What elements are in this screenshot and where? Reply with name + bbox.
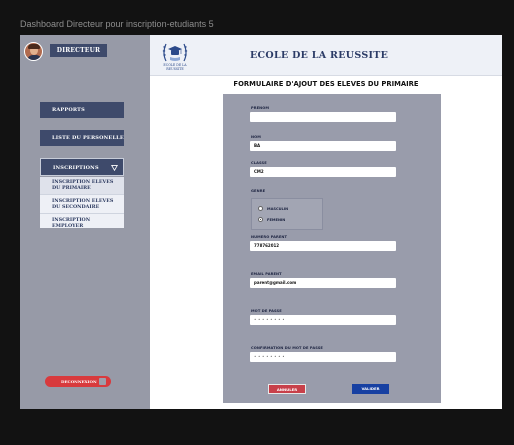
inscriptions-submenu: INSCRIPTION ELEVES DU PRIMAIRE INSCRIPTI… [40,177,124,228]
avatar-body [27,55,42,60]
logo-text: ECOLE DE LA REUSSITE [163,63,187,71]
logout-label: DECONNEXION [61,379,97,384]
nav-rapports-button[interactable]: RAPPORTS [40,102,124,118]
mot-de-passe-input[interactable]: • • • • • • • • [250,315,396,325]
main-panel: ECOLE DE LA REUSSITE ECOLE DE LA REUSSIT… [150,35,502,409]
radio-masculin-label: MASCULIN [267,206,289,211]
avatar-hair [28,44,40,49]
submenu-item-primaire[interactable]: INSCRIPTION ELEVES DU PRIMAIRE [40,177,124,195]
radio-femenin-label: FEMENIN [267,217,286,222]
header: ECOLE DE LA REUSSITE ECOLE DE LA REUSSIT… [150,35,502,76]
nom-label: NOM [251,135,261,139]
prenom-input[interactable] [250,112,396,122]
classe-input[interactable]: CM2 [250,167,396,177]
avatar[interactable] [24,42,43,61]
submenu-item-secondaire[interactable]: INSCRIPTION ELEVES DU SECONDAIRE [40,195,124,214]
numero-parent-label: NUMERO PARENT [251,235,288,239]
school-name: ECOLE DE LA REUSSITE [250,50,389,61]
prenom-label: PRENOM [251,106,270,110]
confirmation-input[interactable]: • • • • • • • • [250,352,396,362]
genre-radio-group: MASCULIN FEMENIN [251,198,323,230]
role-badge: DIRECTEUR [50,44,107,57]
validate-button[interactable]: VALIDER [352,384,389,394]
nav-inscriptions-label: INSCRIPTIONS [53,165,99,171]
email-parent-label: EMAIL PARENT [251,272,282,276]
radio-masculin[interactable]: MASCULIN [258,206,288,211]
sidebar: DIRECTEUR RAPPORTS LISTE DU PERSONELLE I… [20,35,150,409]
nav-personnel-button[interactable]: LISTE DU PERSONELLE [40,130,124,146]
triangle-down-icon [111,164,118,171]
submenu-item-employer[interactable]: INSCRIPTION EMPLOYER [40,214,124,228]
frame-title: Dashboard Directeur pour inscription-etu… [20,19,214,29]
logout-button[interactable]: DECONNEXION [45,376,111,387]
nav-inscriptions-button[interactable]: INSCRIPTIONS [40,158,124,176]
confirmation-label: CONFIRMATION DU MOT DE PASSE [251,346,323,350]
nom-input[interactable]: BA [250,141,396,151]
email-parent-input[interactable]: parent@gmail.com [250,278,396,288]
genre-label: GENRE [251,189,266,193]
numero-parent-input[interactable]: 778762012 [250,241,396,251]
logout-icon [99,378,106,385]
classe-label: CLASSE [251,161,267,165]
form-title: FORMULAIRE D'AJOUT DES ELEVES DU PRIMAIR… [233,80,419,88]
mot-de-passe-label: MOT DE PASSE [251,309,282,313]
student-form: PRENOM NOM BA CLASSE CM2 GENRE MASCULIN … [223,94,441,403]
radio-femenin[interactable]: FEMENIN [258,217,285,222]
cancel-button[interactable]: ANNULER [268,384,306,394]
radio-masculin-circle[interactable] [258,206,263,211]
radio-femenin-circle[interactable] [258,217,263,222]
